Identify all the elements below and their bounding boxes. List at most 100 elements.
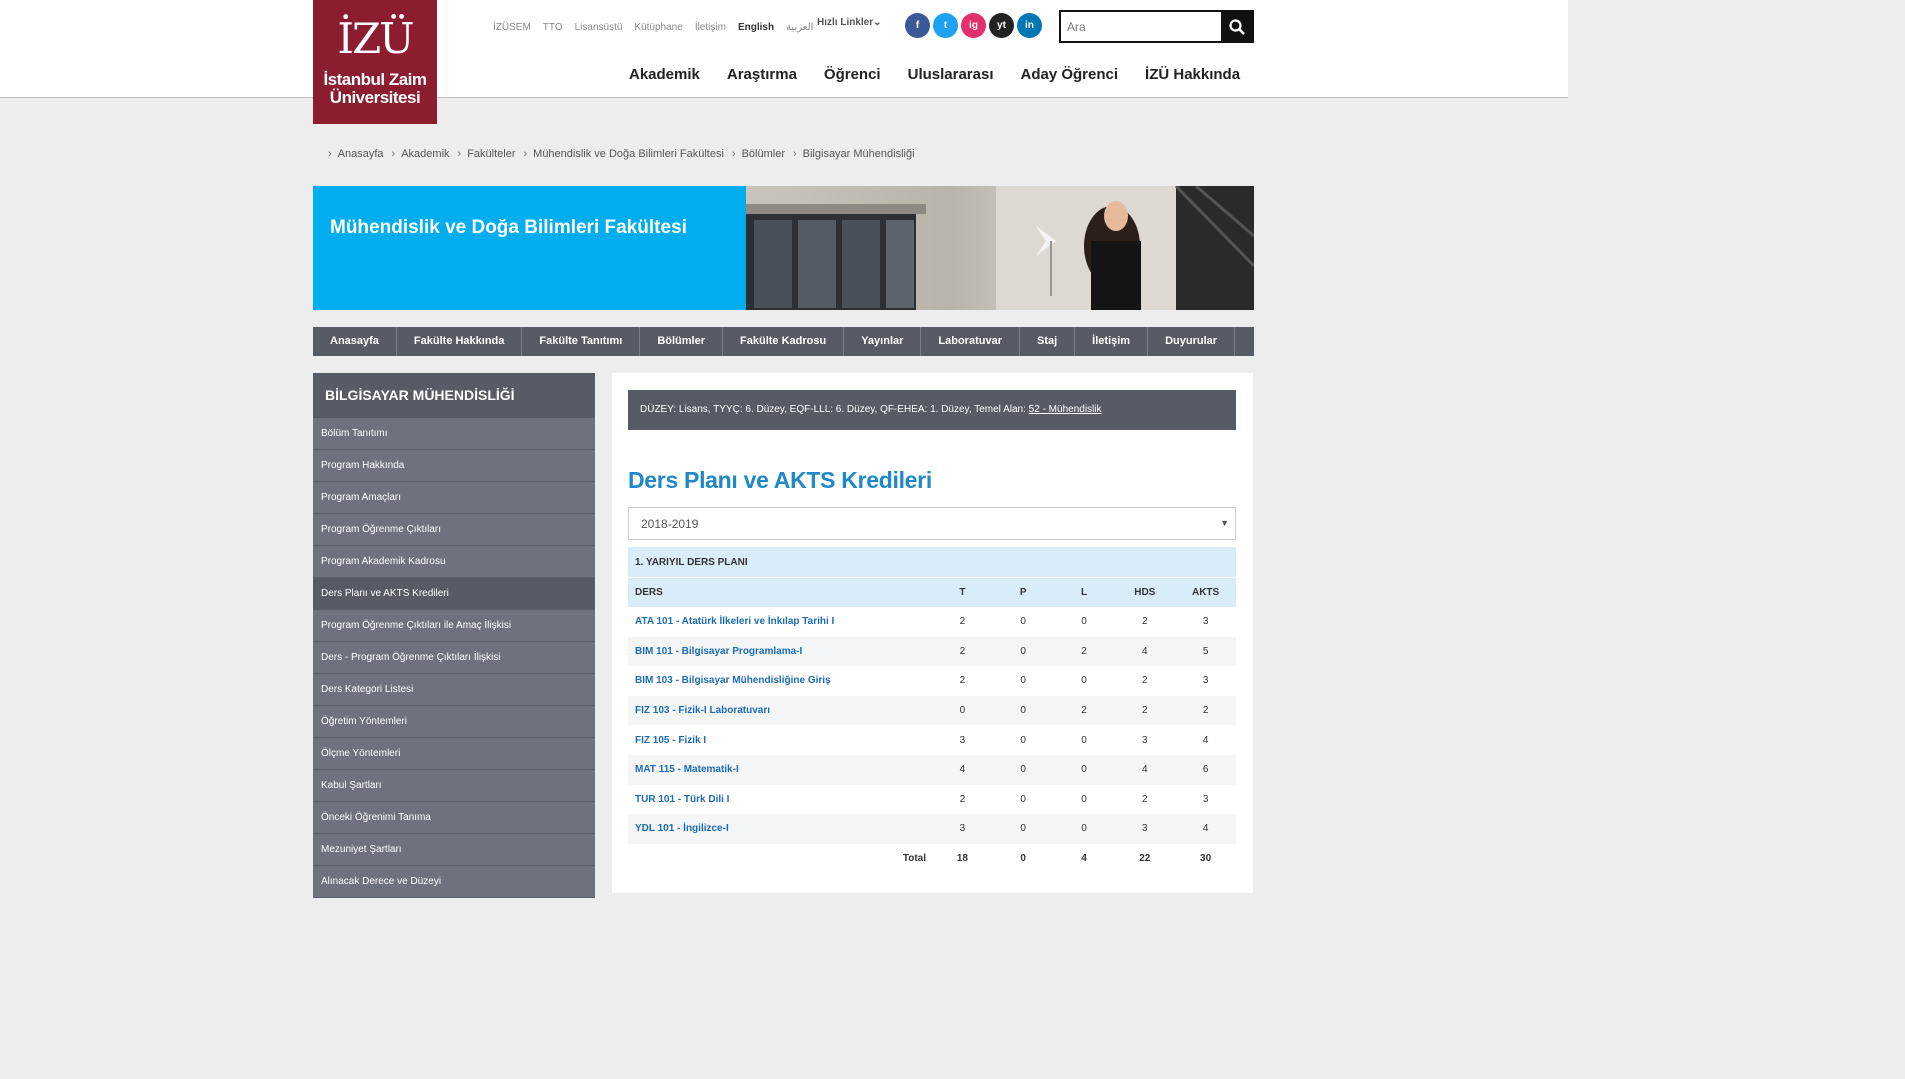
university-logo[interactable]: İZÜ İstanbul Zaim Üniversitesi	[313, 0, 437, 124]
breadcrumb-item[interactable]: Bölümler	[742, 148, 785, 160]
table-cell: 2	[959, 645, 966, 657]
breadcrumb-item[interactable]: Akademik	[401, 148, 449, 160]
nav-item-aday-ogrenci[interactable]: Aday Öğrenci	[1021, 66, 1119, 83]
table-row: YDL 101 - İngilizce-I 3 0 0 3 4	[628, 814, 1236, 844]
course-link[interactable]: ATA 101 - Atatürk İlkeleri ve İnkılap Ta…	[628, 616, 932, 627]
sidebar-item-alinacak-derece-ve-duzeyi[interactable]: Alınacak Derece ve Düzeyi	[313, 866, 595, 898]
faculty-tab-staj[interactable]: Staj	[1020, 327, 1076, 356]
sidebar-item-program-hakkinda[interactable]: Program Hakkında	[313, 450, 595, 482]
facebook-icon[interactable]: f	[905, 13, 930, 38]
sidebar-item-program-amaclari[interactable]: Program Amaçları	[313, 482, 595, 514]
faculty-tab-bolumler[interactable]: Bölümler	[640, 327, 724, 356]
table-cell: 0	[1081, 764, 1087, 776]
course-link[interactable]: BIM 103 - Bilgisayar Mühendisliğine Giri…	[628, 675, 932, 686]
faculty-tab-yayinlar[interactable]: Yayınlar	[844, 327, 922, 356]
column-header-ders: DERS	[635, 587, 663, 598]
nav-item-arastirma[interactable]: Araştırma	[727, 66, 797, 83]
banner-photo	[746, 186, 1254, 310]
table-row: FIZ 103 - Fizik-I Laboratuvarı 0 0 2 2 2	[628, 695, 1236, 726]
table-cell: 3	[1202, 793, 1209, 805]
breadcrumb-item[interactable]: Mühendislik ve Doğa Bilimleri Fakültesi	[533, 148, 724, 160]
course-link[interactable]: YDL 101 - İngilizce-I	[628, 823, 932, 834]
course-link[interactable]: BIM 101 - Bilgisayar Programlama-I	[628, 646, 932, 657]
sidebar-item-ders-plani-ve-akts-kredileri[interactable]: Ders Planı ve AKTS Kredileri	[313, 578, 595, 610]
table-cell: 0	[1020, 675, 1026, 687]
nav-item-ogrenci[interactable]: Öğrenci	[824, 66, 881, 83]
toplink-tto[interactable]: TTO	[543, 22, 563, 33]
twitter-icon[interactable]: t	[933, 13, 958, 38]
field-link[interactable]: 52 - Mühendislik	[1029, 404, 1102, 415]
faculty-tab-laboratuvar[interactable]: Laboratuvar	[921, 327, 1020, 356]
course-link[interactable]: FIZ 105 - Fizik I	[628, 735, 932, 746]
sidebar-item-mezuniyet-sartlari[interactable]: Mezuniyet Şartları	[313, 834, 595, 866]
banner-title: Mühendislik ve Doğa Bilimleri Fakültesi	[313, 186, 746, 310]
table-total-row: Total 18 0 4 22 30	[628, 844, 1236, 874]
table-cell: 0	[1020, 793, 1026, 805]
nav-item-izu-hakkinda[interactable]: İZÜ Hakkında	[1145, 66, 1240, 83]
nav-item-akademik[interactable]: Akademik	[629, 66, 700, 83]
toplink-arabic[interactable]: العربية	[786, 22, 813, 33]
table-row: ATA 101 - Atatürk İlkeleri ve İnkılap Ta…	[628, 607, 1236, 637]
total-cell: 18	[956, 853, 968, 865]
sidebar-item-program-ogrenme-ciktilari[interactable]: Program Öğrenme Çıktıları	[313, 514, 595, 546]
caret-down-icon: ▼	[1220, 518, 1229, 528]
nav-item-uluslararasi[interactable]: Uluslararası	[908, 66, 994, 83]
sidebar-item-bolum-tanitimi[interactable]: Bölüm Tanıtımı	[313, 418, 595, 450]
table-cell: 0	[1020, 734, 1026, 746]
youtube-label: yt	[997, 20, 1006, 31]
column-header-p: P	[1019, 587, 1027, 598]
table-row: MAT 115 - Matematik-I 4 0 0 4 6	[628, 754, 1236, 785]
table-cell: 2	[1142, 793, 1148, 805]
breadcrumb-item[interactable]: Anasayfa	[338, 148, 384, 160]
course-table: 1. YARIYIL DERS PLANI DERS T P L HDS AKTS ATA…	[628, 547, 1236, 874]
instagram-icon[interactable]: ig	[961, 13, 986, 38]
linkedin-icon[interactable]: in	[1017, 13, 1042, 38]
table-cell: 0	[1020, 645, 1026, 657]
sidebar-item-ogretim-yontemleri[interactable]: Öğretim Yöntemleri	[313, 706, 595, 738]
breadcrumb-item[interactable]: Bilgisayar Mühendisliği	[803, 148, 915, 160]
table-header: DERS T P L HDS AKTS	[628, 577, 1236, 607]
faculty-tab-fakulte-kadrosu[interactable]: Fakülte Kadrosu	[723, 327, 845, 356]
sidebar-item-ders-kategori-listesi[interactable]: Ders Kategori Listesi	[313, 674, 595, 706]
breadcrumb-item[interactable]: Fakülteler	[467, 148, 515, 160]
table-cell: 5	[1202, 645, 1209, 657]
sidebar-item-onceki-ogrenimi-tanima[interactable]: Önceki Öğrenimi Tanıma	[313, 802, 595, 834]
faculty-nav: Anasayfa Fakülte Hakkında Fakülte Tanıtımı…	[313, 327, 1254, 356]
toplink-iletisim[interactable]: İletişim	[695, 22, 726, 33]
course-link[interactable]: TUR 101 - Türk Dili I	[628, 794, 932, 805]
faculty-tab-duyurular[interactable]: Duyurular	[1148, 327, 1236, 356]
sidebar-item-ders-program-ogrenme-ciktilari-iliskisi[interactable]: Ders - Program Öğrenme Çıktıları İlişkis…	[313, 642, 595, 674]
total-cell: 22	[1139, 853, 1151, 865]
sidebar-item-olcme-yontemleri[interactable]: Ölçme Yöntemleri	[313, 738, 595, 770]
toplink-lisansustu[interactable]: Lisansüstü	[575, 22, 623, 33]
year-select[interactable]: 2018-2019 ▼	[628, 507, 1236, 540]
toplink-english[interactable]: English	[738, 22, 774, 33]
faculty-tab-iletisim[interactable]: İletişim	[1075, 327, 1149, 356]
quick-links-dropdown[interactable]: Hızlı Linkler⌄	[817, 17, 882, 28]
course-link[interactable]: MAT 115 - Matematik-I	[628, 764, 932, 775]
sidebar-item-program-ogrenme-ciktilari-ile-amac-iliskisi[interactable]: Program Öğrenme Çıktıları ile Amaç İlişk…	[313, 610, 595, 642]
youtube-icon[interactable]: yt	[989, 13, 1014, 38]
sidebar-item-program-akademik-kadrosu[interactable]: Program Akademik Kadrosu	[313, 546, 595, 578]
toplink-izusem[interactable]: İZÜSEM	[493, 22, 531, 33]
faculty-tab-anasayfa[interactable]: Anasayfa	[313, 327, 397, 356]
search-button[interactable]	[1221, 12, 1252, 41]
column-header-l: L	[1080, 587, 1088, 598]
table-cell: 2	[1202, 705, 1209, 717]
level-text: DÜZEY: Lisans, TYYÇ: 6. Düzey, EQF-LLL: …	[640, 404, 1029, 415]
breadcrumb: › Anasayfa › Akademik › Fakülteler › Mühendisli…	[328, 148, 923, 160]
semester-header: 1. YARIYIL DERS PLANI	[628, 547, 1236, 577]
course-link[interactable]: FIZ 103 - Fizik-I Laboratuvarı	[628, 705, 932, 716]
search-input[interactable]	[1061, 12, 1221, 41]
toplink-kutuphane[interactable]: Kütüphane	[634, 22, 682, 33]
search-icon	[1228, 18, 1245, 35]
chevron-right-icon: ›	[391, 148, 396, 160]
sidebar-item-kabul-sartlari[interactable]: Kabul Şartları	[313, 770, 595, 802]
chevron-right-icon: ›	[457, 148, 462, 160]
search-box	[1059, 10, 1254, 43]
page-title: Ders Planı ve AKTS Kredileri	[628, 467, 932, 493]
faculty-tab-fakulte-tanitimi[interactable]: Fakülte Tanıtımı	[522, 327, 641, 356]
faculty-tab-fakulte-hakkinda[interactable]: Fakülte Hakkında	[397, 327, 523, 356]
logo-line-2: Üniversitesi	[329, 88, 421, 107]
social-links: f t ig yt in	[905, 13, 1042, 38]
